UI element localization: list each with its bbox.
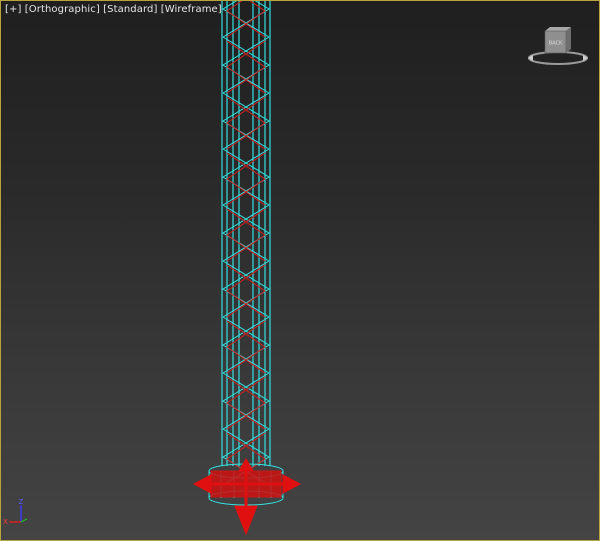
axis-label-x: X: [3, 518, 8, 526]
truss-tower-wireframe[interactable]: [221, 1, 271, 486]
axis-tripod-icon: Z X: [3, 498, 28, 526]
view-cube-icon[interactable]: BACK: [527, 25, 589, 69]
axis-label-z: Z: [19, 498, 24, 506]
viewport-orthographic[interactable]: [+] [Orthographic] [Standard] [Wireframe…: [0, 0, 600, 541]
view-cube-face-label: BACK: [549, 41, 563, 47]
scene-canvas[interactable]: [1, 1, 600, 541]
